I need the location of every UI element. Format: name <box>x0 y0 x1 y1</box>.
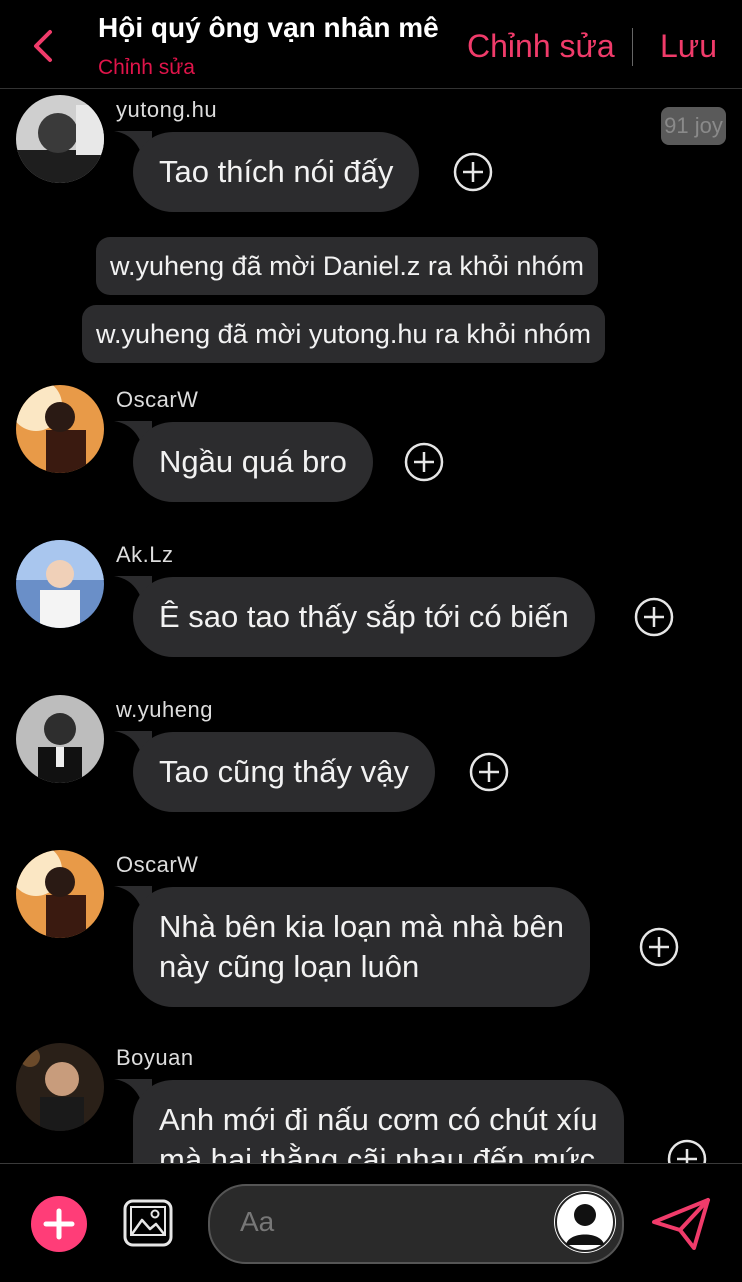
system-message: w.yuheng đã mời yutong.hu ra khỏi nhóm <box>82 305 606 363</box>
user-avatar[interactable] <box>16 95 104 183</box>
system-message: w.yuheng đã mời Daniel.z ra khỏi nhóm <box>96 237 598 295</box>
composer-bar: Aa <box>0 1163 742 1282</box>
user-avatar[interactable] <box>16 850 104 938</box>
message-username: OscarW <box>116 852 199 877</box>
react-plus-icon[interactable] <box>634 597 674 637</box>
user-avatar[interactable] <box>16 385 104 473</box>
user-avatar[interactable] <box>16 1043 104 1131</box>
edit-button[interactable]: Chỉnh sửa <box>467 28 615 65</box>
react-plus-icon[interactable] <box>667 1139 707 1163</box>
chat-title: Hội quý ông vạn nhân mê <box>98 12 439 43</box>
message-username: w.yuheng <box>116 697 213 722</box>
message-bubble[interactable]: Tao thích nói đấy <box>133 132 420 212</box>
react-plus-icon[interactable] <box>404 442 444 482</box>
react-plus-icon[interactable] <box>469 752 509 792</box>
message-bubble[interactable]: Ê sao tao thấy sắp tới có biến <box>133 577 595 657</box>
header-bar: Hội quý ông vạn nhân mê Chỉnh sửa Chỉnh … <box>0 0 742 89</box>
save-button[interactable]: Lưu <box>660 28 717 65</box>
user-avatar[interactable] <box>16 695 104 783</box>
plus-icon[interactable] <box>31 1196 87 1252</box>
react-plus-icon[interactable] <box>639 927 679 967</box>
message-username: OscarW <box>116 387 199 412</box>
message-line: Anh mới đi nấu cơm có chút xíu <box>159 1102 598 1137</box>
message-input-placeholder: Aa <box>240 1206 275 1237</box>
chat-subtitle[interactable]: Chỉnh sửa <box>98 56 195 80</box>
message-line: Nhà bên kia loạn mà nhà bên <box>159 909 565 944</box>
message-bubble[interactable]: Tao cũng thấy vậy <box>133 732 435 812</box>
react-plus-icon[interactable] <box>453 152 493 192</box>
message-bubble[interactable]: Anh mới đi nấu cơm có chút xíu mà hai th… <box>133 1080 624 1163</box>
profile-avatar-icon[interactable] <box>554 1191 616 1253</box>
message-username: Ak.Lz <box>116 542 174 567</box>
user-avatar[interactable] <box>16 540 104 628</box>
message-bubble[interactable]: Ngầu quá bro <box>133 422 373 502</box>
joy-badge: 91 joy <box>661 107 726 145</box>
message-line: này cũng loạn luôn <box>159 949 420 984</box>
send-icon[interactable] <box>650 1196 712 1252</box>
message-input[interactable]: Aa <box>208 1184 624 1264</box>
message-username: yutong.hu <box>116 97 218 122</box>
message-bubble[interactable]: Nhà bên kia loạn mà nhà bên này cũng loạ… <box>133 887 591 1007</box>
message-line: mà hai thằng cãi nhau đến mức <box>159 1142 596 1163</box>
image-icon[interactable] <box>122 1198 174 1248</box>
header-divider <box>632 28 633 66</box>
message-username: Boyuan <box>116 1045 194 1070</box>
chat-area[interactable]: 91 joy yutong.hu Tao thích nói đấy w.yuh… <box>0 89 742 1163</box>
chevron-left-icon[interactable] <box>28 26 62 66</box>
